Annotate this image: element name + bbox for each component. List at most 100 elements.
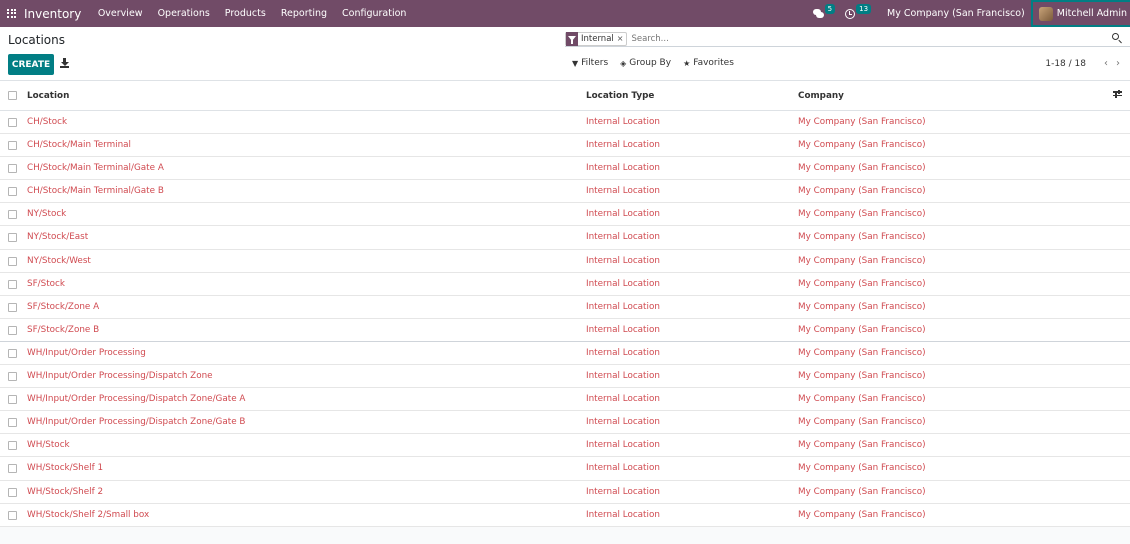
location-cell: CH/Stock/Main Terminal/Gate B xyxy=(27,186,164,197)
star-icon: ★ xyxy=(683,58,691,68)
table-row[interactable]: SF/Stock/Zone A Internal Location My Compa… xyxy=(0,296,1130,319)
table-row[interactable]: CH/Stock/Main Terminal Internal Location M… xyxy=(0,134,1130,158)
row-checkbox[interactable] xyxy=(8,348,17,358)
table-row[interactable]: NY/Stock/West Internal Location My Company… xyxy=(0,250,1130,273)
location-cell: WH/Stock xyxy=(27,440,70,451)
apps-grid-icon xyxy=(7,8,17,19)
row-checkbox[interactable] xyxy=(8,187,17,197)
create-button[interactable]: CREATE xyxy=(8,54,54,75)
layers-icon: ◈ xyxy=(620,58,627,68)
avatar xyxy=(1038,6,1053,21)
table-row[interactable]: WH/Stock/Shelf 1 Internal Location My Comp… xyxy=(0,457,1130,481)
company-cell: My Company (San Francisco) xyxy=(798,463,926,474)
table-row[interactable]: NY/Stock Internal Location My Company (San… xyxy=(0,203,1130,227)
column-header-location[interactable]: Location xyxy=(27,81,69,111)
search-input[interactable] xyxy=(631,33,1082,44)
row-checkbox[interactable] xyxy=(8,164,17,174)
location-cell: WH/Input/Order Processing/Dispatch Zone/… xyxy=(27,394,246,405)
pager: 1-18 / 18 ‹ › xyxy=(1045,58,1120,69)
location-type-cell: Internal Location xyxy=(586,117,660,127)
search-bar: Internal × xyxy=(565,31,1130,47)
table-header: Location Location Type Company xyxy=(0,81,1130,111)
menu-operations[interactable]: Operations xyxy=(150,0,217,27)
table-row[interactable]: CH/Stock Internal Location My Company (San… xyxy=(0,111,1130,135)
column-header-company[interactable]: Company xyxy=(798,81,844,111)
table-row[interactable]: WH/Input/Order Processing/Dispatch Zone I… xyxy=(0,365,1130,389)
table-row[interactable]: CH/Stock/Main Terminal/Gate A Internal Lo… xyxy=(0,157,1130,181)
menu-configuration[interactable]: Configuration xyxy=(335,0,414,27)
row-checkbox[interactable] xyxy=(8,210,17,220)
location-cell: SF/Stock xyxy=(27,278,65,289)
company-cell: My Company (San Francisco) xyxy=(798,278,926,289)
menu-products[interactable]: Products xyxy=(217,0,273,27)
filter-icon: ▼ xyxy=(572,58,579,68)
table-row[interactable]: SF/Stock/Zone B Internal Location My Compa… xyxy=(0,319,1130,342)
pager-next-icon[interactable]: › xyxy=(1116,58,1120,69)
activity-button[interactable]: 13 xyxy=(845,0,872,27)
search-facet: Internal × xyxy=(565,31,628,46)
row-checkbox[interactable] xyxy=(8,233,17,243)
pager-previous-icon[interactable]: ‹ xyxy=(1104,58,1108,69)
row-checkbox[interactable] xyxy=(8,118,17,127)
location-cell: WH/Stock/Shelf 1 xyxy=(27,463,104,474)
search-icon[interactable] xyxy=(1112,33,1122,44)
optional-columns-icon[interactable] xyxy=(1113,89,1122,100)
group-by-button[interactable]: ◈ Group By xyxy=(620,58,671,68)
row-checkbox[interactable] xyxy=(8,395,17,405)
company-cell: My Company (San Francisco) xyxy=(798,186,926,197)
favorites-button[interactable]: ★ Favorites xyxy=(683,58,734,68)
row-checkbox[interactable] xyxy=(8,510,17,520)
company-cell: My Company (San Francisco) xyxy=(798,371,926,382)
app-name[interactable]: Inventory xyxy=(24,7,81,21)
table-row[interactable]: WH/Input/Order Processing/Dispatch Zone/… xyxy=(0,388,1130,412)
company-cell: My Company (San Francisco) xyxy=(798,324,926,335)
table-row[interactable]: WH/Stock Internal Location My Company (San… xyxy=(0,434,1130,458)
company-cell: My Company (San Francisco) xyxy=(798,232,926,243)
row-checkbox[interactable] xyxy=(8,487,17,497)
filters-button[interactable]: ▼ Filters xyxy=(572,58,608,68)
row-checkbox[interactable] xyxy=(8,441,17,451)
location-type-cell: Internal Location xyxy=(586,140,660,151)
location-type-cell: Internal Location xyxy=(586,255,660,266)
table-row[interactable]: SF/Stock Internal Location My Company (San… xyxy=(0,273,1130,296)
column-header-location-type[interactable]: Location Type xyxy=(586,81,654,111)
company-cell: My Company (San Francisco) xyxy=(798,509,926,520)
company-switcher[interactable]: My Company (San Francisco) xyxy=(881,8,1031,19)
pager-value[interactable]: 1-18 / 18 xyxy=(1045,59,1086,69)
row-checkbox[interactable] xyxy=(8,141,17,151)
table-row[interactable]: WH/Stock/Shelf 2 Internal Location My Comp… xyxy=(0,481,1130,504)
row-checkbox[interactable] xyxy=(8,302,17,312)
company-cell: My Company (San Francisco) xyxy=(798,140,926,151)
select-all-checkbox[interactable] xyxy=(8,91,17,100)
table-row[interactable]: NY/Stock/East Internal Location My Company… xyxy=(0,226,1130,250)
filters-label: Filters xyxy=(581,58,609,68)
location-type-cell: Internal Location xyxy=(586,324,660,335)
row-checkbox[interactable] xyxy=(8,279,17,289)
table-row[interactable]: WH/Input/Order Processing/Dispatch Zone/… xyxy=(0,411,1130,435)
menu-reporting[interactable]: Reporting xyxy=(273,0,334,27)
app-menu-button[interactable] xyxy=(1,0,23,27)
user-menu[interactable]: Mitchell Admin xyxy=(1030,0,1130,27)
table-row[interactable]: WH/Stock/Shelf 2/Small box Internal Locat… xyxy=(0,504,1130,527)
row-checkbox[interactable] xyxy=(8,418,17,428)
facet-close-icon[interactable]: × xyxy=(617,34,627,43)
company-cell: My Company (San Francisco) xyxy=(798,301,926,312)
chat-count-badge: 5 xyxy=(824,4,836,14)
table-row[interactable]: WH/Input/Order Processing Internal Locati… xyxy=(0,342,1130,366)
row-checkbox[interactable] xyxy=(8,372,17,382)
row-checkbox[interactable] xyxy=(8,464,17,474)
menu-overview[interactable]: Overview xyxy=(90,0,150,27)
row-checkbox[interactable] xyxy=(8,325,17,335)
download-icon[interactable] xyxy=(60,58,70,68)
clock-icon xyxy=(845,8,856,19)
messaging-button[interactable]: 5 xyxy=(812,0,836,27)
location-type-cell: Internal Location xyxy=(586,371,660,382)
location-type-cell: Internal Location xyxy=(586,463,660,474)
location-type-cell: Internal Location xyxy=(586,347,660,358)
company-cell: My Company (San Francisco) xyxy=(798,163,926,174)
location-cell: WH/Input/Order Processing xyxy=(27,347,146,358)
table-row[interactable]: CH/Stock/Main Terminal/Gate B Internal Lo… xyxy=(0,180,1130,204)
user-name: Mitchell Admin xyxy=(1056,8,1127,19)
row-checkbox[interactable] xyxy=(8,256,17,266)
location-type-cell: Internal Location xyxy=(586,186,660,197)
